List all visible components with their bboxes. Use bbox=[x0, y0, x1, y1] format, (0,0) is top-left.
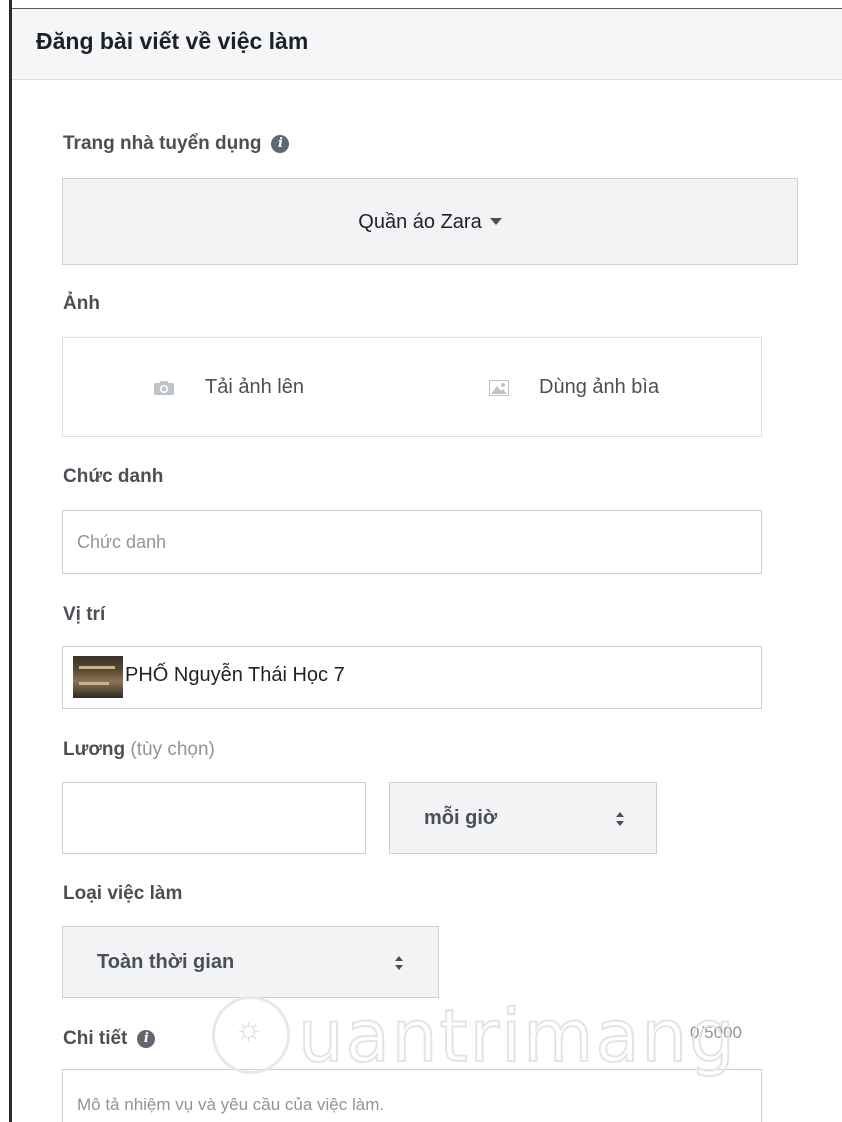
select-arrows-icon bbox=[616, 812, 624, 826]
photo-options: Tải ảnh lên Dùng ảnh bìa bbox=[62, 337, 762, 437]
details-textarea[interactable]: Mô tả nhiệm vụ và yêu cầu của việc làm. bbox=[62, 1069, 762, 1122]
location-thumbnail bbox=[73, 656, 123, 698]
salary-label-row: Lương (tùy chọn) bbox=[63, 739, 215, 761]
salary-label: Lương bbox=[63, 739, 126, 760]
select-arrows-icon bbox=[395, 956, 403, 970]
employer-label-row: Trang nhà tuyển dụng i bbox=[63, 133, 290, 155]
job-title-placeholder: Chức danh bbox=[77, 532, 167, 552]
salary-period-select[interactable]: mỗi giờ bbox=[389, 782, 657, 854]
details-char-counter: 0/5000 bbox=[690, 1023, 742, 1042]
job-type-select[interactable]: Toàn thời gian bbox=[62, 926, 439, 998]
watermark: ☼ uantrimang bbox=[212, 990, 736, 1080]
use-cover-photo-label: Dùng ảnh bìa bbox=[539, 376, 660, 398]
salary-optional-hint: (tùy chọn) bbox=[130, 739, 215, 760]
salary-period-value: mỗi giờ bbox=[424, 807, 498, 829]
location-input[interactable]: PHỐ Nguyễn Thái Học 7 bbox=[62, 646, 762, 709]
photo-label: Ảnh bbox=[63, 293, 100, 314]
employer-dropdown-value: Quần áo Zara bbox=[358, 211, 482, 233]
job-title-input[interactable]: Chức danh bbox=[62, 510, 762, 574]
image-icon bbox=[489, 379, 509, 396]
employer-label: Trang nhà tuyển dụng bbox=[63, 133, 262, 154]
salary-amount-input[interactable] bbox=[62, 782, 366, 854]
window-left-border bbox=[9, 0, 12, 1122]
details-label-row: Chi tiết i bbox=[63, 1028, 156, 1050]
dialog-title: Đăng bài viết về việc làm bbox=[36, 28, 309, 54]
upload-photo-button[interactable]: Tải ảnh lên bbox=[153, 376, 304, 399]
employer-page-dropdown[interactable]: Quần áo Zara bbox=[62, 178, 798, 265]
job-title-label: Chức danh bbox=[63, 466, 164, 487]
job-type-value: Toàn thời gian bbox=[97, 951, 235, 973]
upload-photo-label: Tải ảnh lên bbox=[205, 376, 304, 398]
location-label: Vị trí bbox=[63, 604, 106, 625]
details-placeholder: Mô tả nhiệm vụ và yêu cầu của việc làm. bbox=[77, 1095, 385, 1114]
camera-icon bbox=[154, 380, 174, 395]
watermark-text: uantrimang bbox=[297, 993, 737, 1079]
employer-dropdown-value-row: Quần áo Zara bbox=[63, 211, 797, 234]
use-cover-photo-button[interactable]: Dùng ảnh bìa bbox=[489, 376, 659, 399]
lightbulb-icon: ☼ bbox=[234, 1010, 264, 1046]
job-type-label: Loại việc làm bbox=[63, 883, 183, 904]
details-label: Chi tiết bbox=[63, 1028, 128, 1049]
info-icon[interactable]: i bbox=[271, 135, 290, 153]
caret-down-icon bbox=[489, 218, 502, 225]
dialog-header: Đăng bài viết về việc làm bbox=[12, 9, 842, 80]
watermark-circle bbox=[212, 996, 290, 1074]
location-value: PHỐ Nguyễn Thái Học 7 bbox=[125, 664, 345, 686]
info-icon[interactable]: i bbox=[137, 1030, 156, 1048]
